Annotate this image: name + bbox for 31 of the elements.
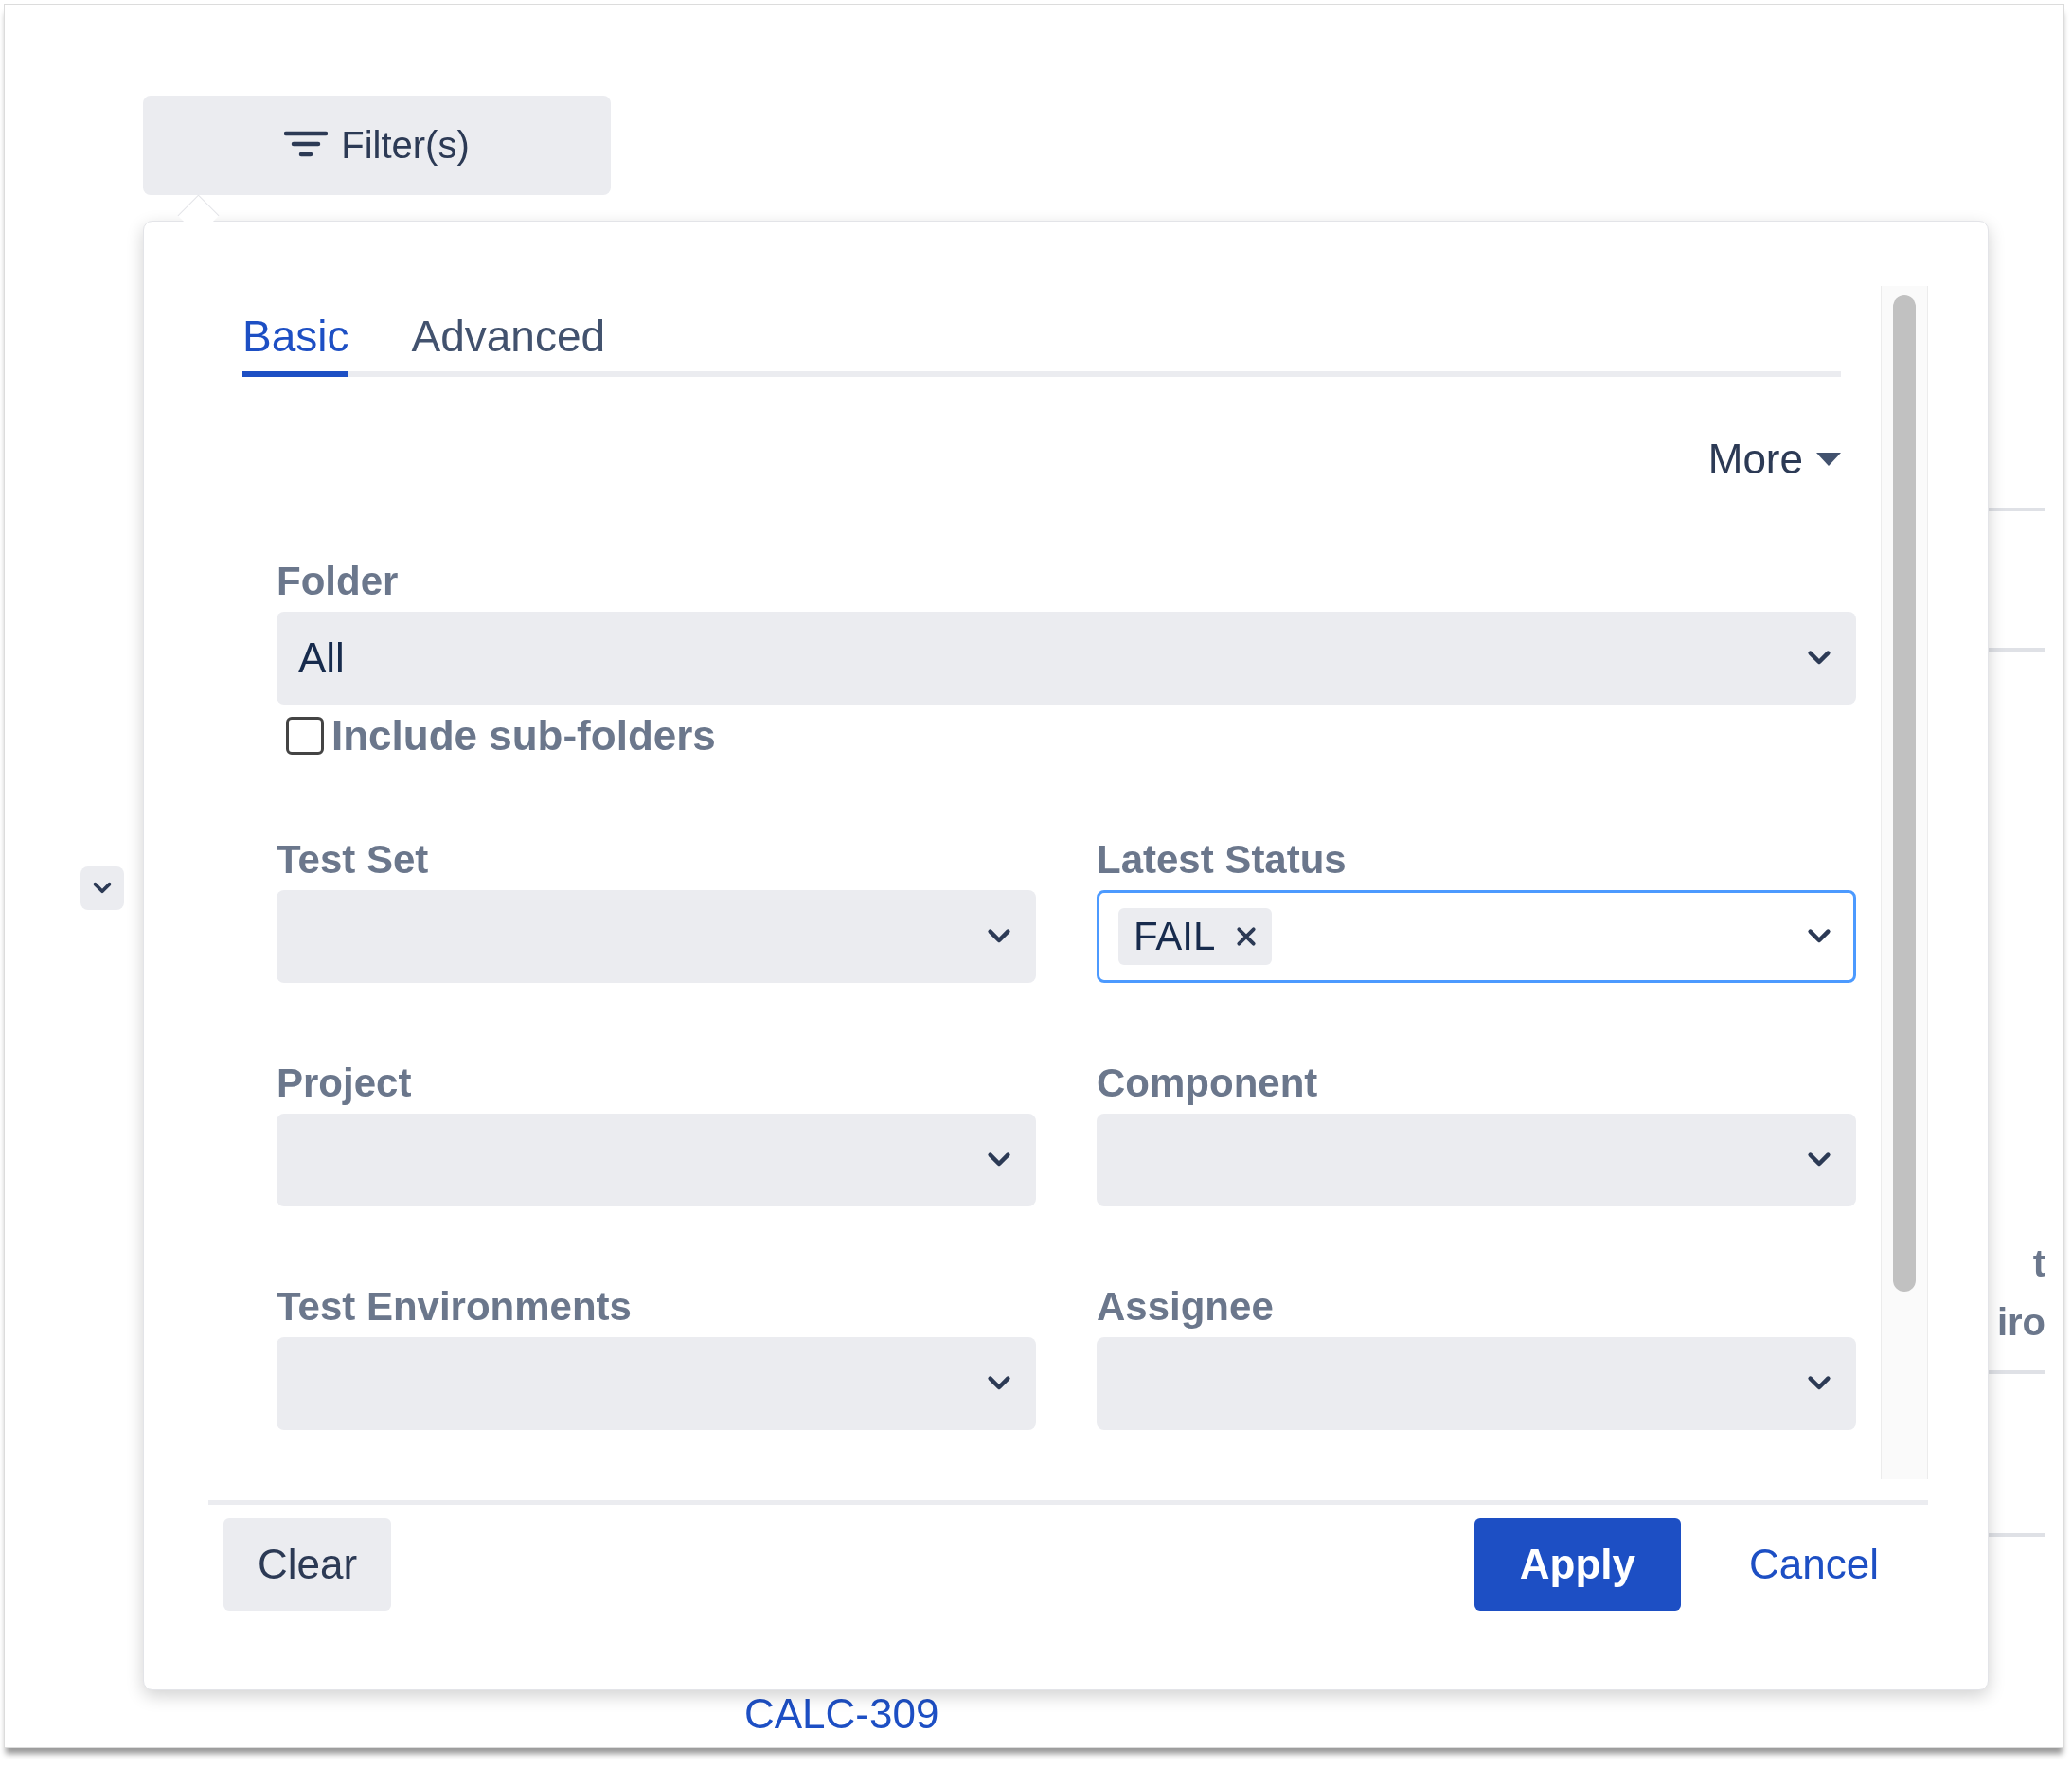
field-value: All: [298, 634, 345, 682]
checkbox[interactable]: [286, 717, 324, 755]
more-menu[interactable]: More: [1707, 436, 1841, 483]
column-heading-fragment: t: [2032, 1241, 2045, 1286]
expand-button[interactable]: [80, 866, 124, 910]
select-field[interactable]: FAIL: [1097, 890, 1856, 983]
tab[interactable]: Advanced: [411, 311, 606, 377]
field-label: Test Set: [277, 836, 430, 884]
field-label: Latest Status: [1097, 836, 1348, 884]
select-field[interactable]: [277, 890, 1036, 983]
apply-button[interactable]: Apply: [1474, 1518, 1682, 1611]
select-field[interactable]: All: [277, 612, 1856, 705]
select-field[interactable]: [1097, 1337, 1856, 1430]
remove-icon[interactable]: [1236, 926, 1258, 947]
field-label: Test Environments: [277, 1283, 633, 1330]
clear-button[interactable]: Clear: [223, 1518, 392, 1611]
field-label: Assignee: [1097, 1283, 1275, 1330]
select-field[interactable]: [277, 1337, 1036, 1430]
tag-label: FAIL: [1134, 914, 1216, 959]
filter-button[interactable]: Filter(s): [143, 96, 611, 195]
field-label: Component: [1097, 1060, 1319, 1107]
checkbox-label: Include sub-folders: [331, 712, 716, 759]
column-heading-fragment: iro: [1996, 1300, 2045, 1345]
cancel-link[interactable]: Cancel: [1715, 1518, 1913, 1611]
field-label: Folder: [277, 558, 400, 605]
caret-icon: [1816, 453, 1841, 466]
issue-link[interactable]: CALC-309: [744, 1690, 939, 1738]
tab[interactable]: Basic: [242, 311, 349, 377]
select-field[interactable]: [277, 1114, 1036, 1206]
field-label: Project: [277, 1060, 413, 1107]
select-field[interactable]: [1097, 1114, 1856, 1206]
